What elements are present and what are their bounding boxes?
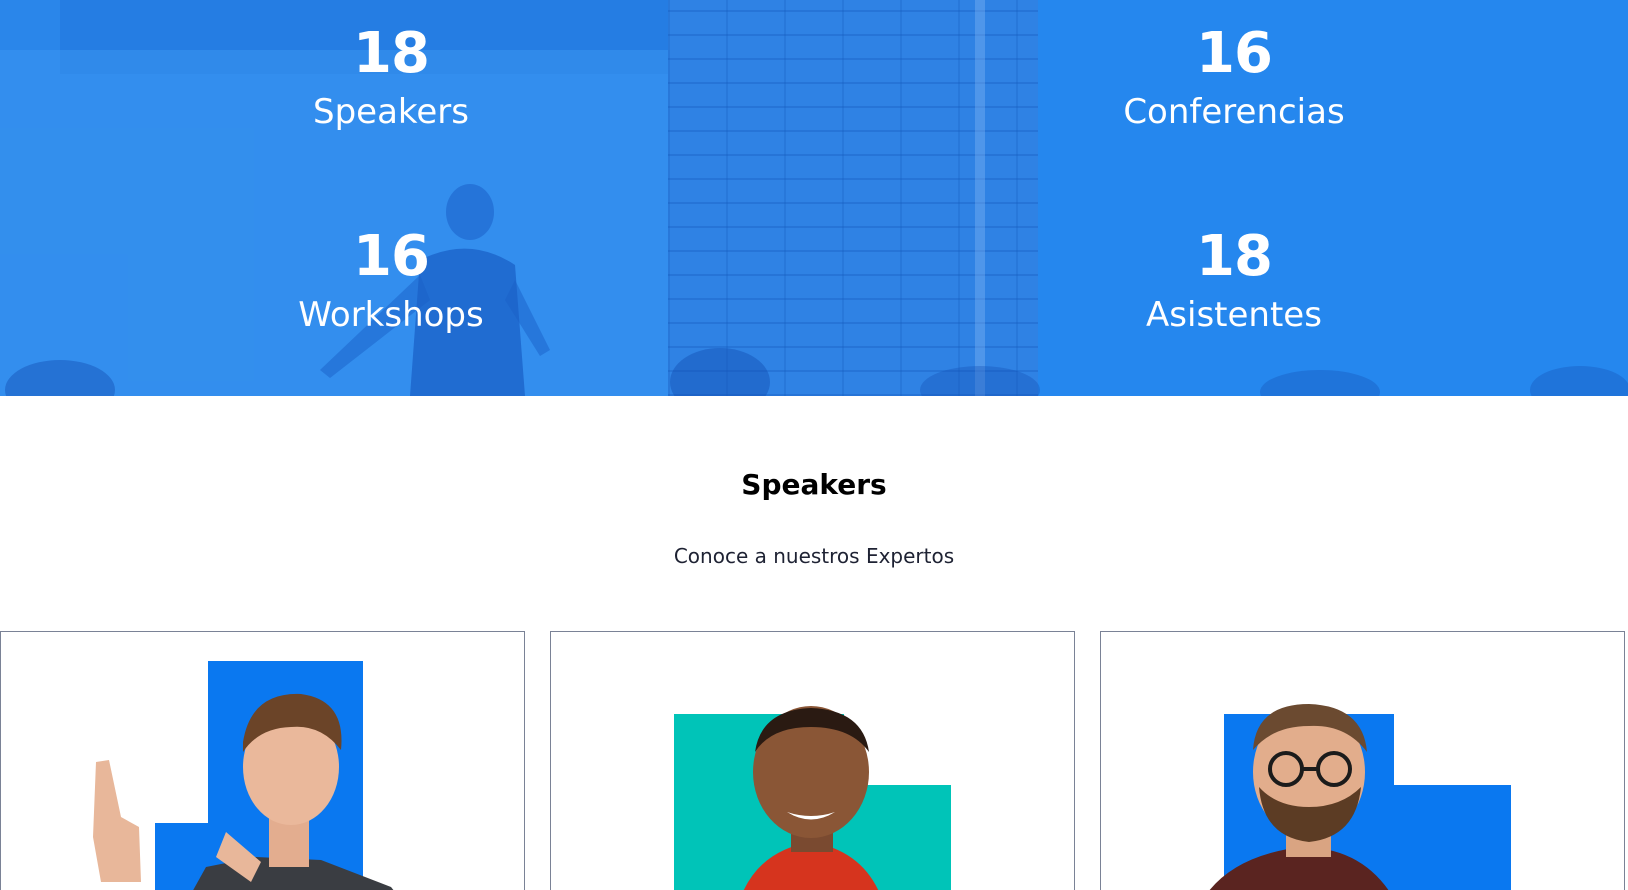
stat-conferencias: 16 Conferencias	[1024, 21, 1444, 133]
audience-silhouettes	[5, 348, 1628, 396]
speakers-section-subtitle: Conoce a nuestros Expertos	[673, 544, 955, 568]
speaker-card[interactable]	[1100, 631, 1625, 890]
stat-label: Speakers	[312, 92, 469, 132]
stat-workshops: 16 Workshops	[181, 224, 601, 336]
stats-banner: 18 Speakers 16 Conferencias 16 Workshops…	[0, 0, 1628, 396]
speaker-photo	[1209, 704, 1511, 890]
stat-asistentes: 18 Asistentes	[1024, 224, 1444, 336]
stat-number: 16	[353, 224, 430, 289]
stat-number: 18	[1196, 224, 1273, 289]
speaker-card[interactable]	[550, 631, 1075, 890]
stat-speakers: 18 Speakers	[181, 21, 601, 133]
stat-label: Workshops	[298, 295, 484, 335]
speaker-photo	[93, 661, 394, 890]
stat-label: Asistentes	[1146, 295, 1322, 335]
speaker-photo	[674, 706, 951, 890]
stat-label: Conferencias	[1123, 92, 1345, 132]
speakers-section-title: Speakers	[741, 468, 887, 501]
stat-number: 16	[1196, 21, 1273, 86]
speaker-card[interactable]	[0, 631, 525, 890]
stat-number: 18	[353, 21, 430, 86]
